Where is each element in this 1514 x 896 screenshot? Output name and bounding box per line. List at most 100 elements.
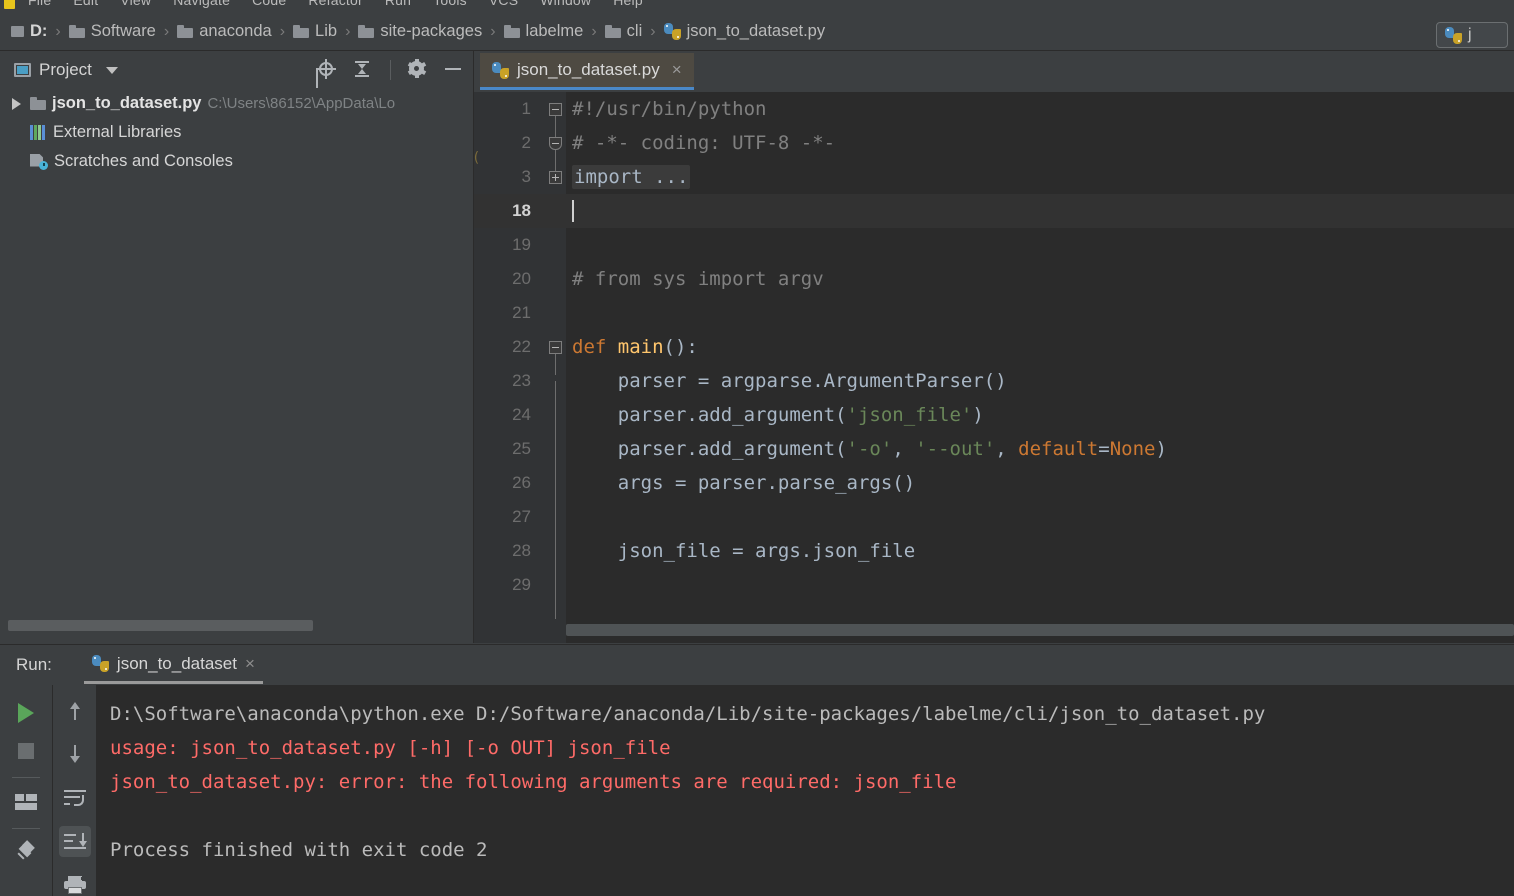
navigation-bar: D: › Software › anaconda › Lib › site-packages › l… [0,13,1514,51]
editor-area: json_to_dataset.py × ( 1#!/usr/bin/pytho… [474,51,1514,643]
run-toolbar-primary [0,685,53,896]
fold-collapse-icon[interactable] [544,102,566,137]
console-line: Process finished with exit code 2 [110,839,488,861]
expand-arrow-icon[interactable] [8,97,24,110]
breadcrumb-separator: › [591,22,597,40]
code-token: parser.add_argument( [572,404,847,426]
pycharm-ide-window: File Edit View Navigate Code Refactor Ru… [0,0,1514,896]
line-number: 26 [512,473,531,492]
breadcrumb-item-label: Software [90,22,156,40]
code-token: def [572,336,618,358]
breadcrumb-item-cli[interactable]: cli [600,21,648,42]
breadcrumb-item-d[interactable]: D: [6,21,52,42]
code-line-21[interactable]: 21 [474,296,1514,330]
toolbar-divider [12,777,40,778]
project-horizontal-scrollbar-thumb[interactable] [8,620,313,631]
run-tab-label: json_to_dataset [116,653,237,673]
code-line-text: parser.add_argument('-o', '--out', defau… [566,438,1514,460]
run-console-output[interactable]: D:\Software\anaconda\python.exe D:/Softw… [96,685,1514,896]
soft-wrap-icon[interactable] [59,782,91,814]
chevron-down-icon[interactable] [105,66,118,74]
python-file-icon [663,23,681,40]
code-line-22[interactable]: 22 def main(): [474,330,1514,375]
stop-icon[interactable] [10,735,42,767]
scratches-icon [30,153,48,170]
editor-horizontal-scrollbar-track[interactable] [566,624,1514,636]
fold-collapse-icon[interactable] [544,136,566,171]
line-number: 21 [512,303,531,322]
code-line-23[interactable]: 23 parser = argparse.ArgumentParser() [474,364,1514,415]
menu-bar: File Edit View Navigate Code Refactor Ru… [0,0,1514,13]
fold-collapse-icon[interactable] [544,340,566,375]
menu-item-run[interactable]: Run [385,0,411,8]
breadcrumb-item-site-packages[interactable]: site-packages [353,21,487,42]
menu-item-code[interactable]: Code [252,0,286,8]
arrow-down-icon[interactable] [59,739,91,771]
breadcrumb-item-labelme[interactable]: labelme [499,21,589,42]
tree-node-external-libraries[interactable]: External Libraries [0,118,473,147]
code-token: parser.add_argument( [572,438,847,460]
close-icon[interactable]: × [672,60,682,80]
scroll-to-end-icon[interactable] [58,825,91,858]
breadcrumb-item-lib[interactable]: Lib [288,21,342,42]
code-line-text: args = parser.parse_args() [566,472,1514,494]
code-token: , [892,438,916,460]
code-line-1[interactable]: 1 #!/usr/bin/python [474,92,1514,137]
code-line-18[interactable]: 18 [474,194,1514,228]
code-line-27[interactable]: 27 [474,500,1514,551]
breadcrumb-separator: › [650,22,656,40]
code-line-29[interactable]: 29 [474,568,1514,619]
collapse-all-icon[interactable] [352,59,374,81]
code-line-19[interactable]: 19 [474,228,1514,262]
menu-bar-items: File Edit View Navigate Code Refactor Ru… [28,0,643,8]
code-line-25[interactable]: 25 parser.add_argument('-o', '--out', de… [474,432,1514,483]
code-line-20[interactable]: 20 # from sys import argv [474,262,1514,296]
fold-expand-icon[interactable] [544,170,566,184]
console-line: D:\Software\anaconda\python.exe D:/Softw… [110,703,1266,725]
folder-icon [177,25,194,38]
tree-node-scratches-and-consoles[interactable]: Scratches and Consoles [0,147,473,176]
code-line-text: parser.add_argument('json_file') [566,404,1514,426]
breadcrumb-item-label: json_to_dataset.py [686,22,826,40]
menu-item-refactor[interactable]: Refactor [308,0,363,8]
menu-item-edit[interactable]: Edit [73,0,98,8]
tab-json-to-dataset[interactable]: json_to_dataset.py × [480,53,694,90]
menu-item-window[interactable]: Window [540,0,591,8]
code-line-2[interactable]: 2 # -*- coding: UTF-8 -*- [474,126,1514,171]
gear-icon[interactable] [407,59,429,81]
menu-item-file[interactable]: File [28,0,51,8]
project-title-button[interactable]: Project [0,60,118,80]
code-line-28[interactable]: 28 json_file = args.json_file [474,534,1514,585]
menu-item-help[interactable]: Help [613,0,643,8]
breadcrumb-item-software[interactable]: Software [64,21,161,42]
close-icon[interactable]: × [245,654,255,674]
code-editor[interactable]: ( 1#!/usr/bin/python2# -*- coding: UTF-8… [474,92,1514,643]
menu-item-navigate[interactable]: Navigate [173,0,230,8]
breadcrumb-item-label: cli [626,22,643,40]
pin-icon[interactable] [10,837,42,869]
tree-node-json-to-dataset-py[interactable]: json_to_dataset.py C:\Users\86152\AppData… [0,89,473,118]
code-line-3[interactable]: 3 import ... [474,160,1514,194]
tree-node-path: C:\Users\86152\AppData\Lo [207,95,396,112]
code-token: json_file = args.json_file [572,540,916,562]
line-number: 3 [521,167,531,186]
menu-item-tools[interactable]: Tools [433,0,467,8]
breadcrumb-item-json-to-dataset-py[interactable]: json_to_dataset.py [659,21,831,42]
arrow-up-icon[interactable] [59,695,91,727]
rerun-icon[interactable] [10,697,42,729]
layout-icon[interactable] [10,786,42,818]
project-horizontal-scrollbar-track[interactable] [0,620,473,637]
run-tab-json-to-dataset[interactable]: json_to_dataset × [83,646,263,684]
folder-icon [358,25,375,38]
code-line-26[interactable]: 26 args = parser.parse_args() [474,466,1514,517]
print-icon[interactable] [59,869,91,896]
locate-icon[interactable] [316,59,338,81]
editor-horizontal-scrollbar-thumb[interactable] [566,624,1514,636]
run-configuration-selector[interactable]: j [1436,22,1508,48]
menu-item-view[interactable]: View [120,0,151,8]
breadcrumb-item-anaconda[interactable]: anaconda [172,21,277,42]
menu-item-vcs[interactable]: VCS [489,0,518,8]
minimize-icon[interactable] [443,59,465,81]
code-line-24[interactable]: 24 parser.add_argument('json_file') [474,398,1514,449]
